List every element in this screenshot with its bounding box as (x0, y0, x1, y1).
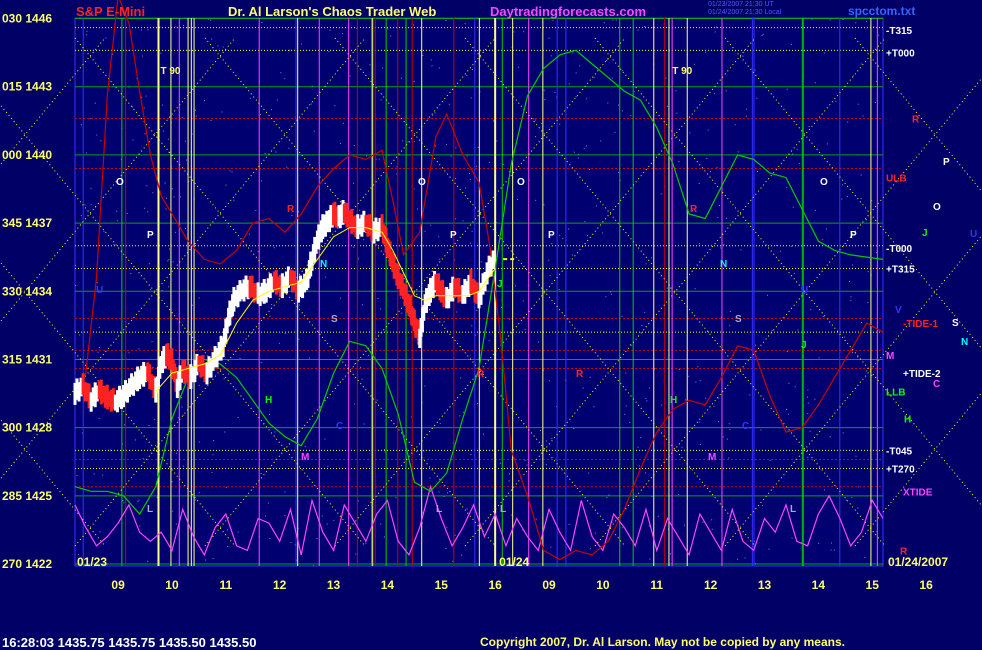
end-date-label: 01/24/2007 (888, 555, 948, 569)
chart-annotation-l: L (436, 504, 442, 515)
chart-annotation-c: C (336, 421, 343, 432)
chart-annotation-n: N (720, 259, 727, 270)
chart: 030 1446 015 1443 000 1440 345 1437 330 1434… (0, 0, 982, 592)
x-tick-label: 14 (381, 578, 395, 592)
chart-annotation-m: M (301, 452, 309, 463)
chart-annotation-l: L (500, 504, 506, 515)
chart-annotation-u: U (96, 285, 103, 296)
planet-label: P (943, 157, 950, 168)
y-tick-label: 345 1437 (2, 216, 52, 230)
x-tick-label: 11 (650, 578, 663, 592)
chart-annotation-l: L (790, 504, 796, 515)
x-tick-label: 15 (866, 578, 880, 592)
y-tick-label: 330 1434 (2, 284, 52, 298)
chart-annotation-o: O (116, 177, 124, 188)
chart-annotation-r: R (690, 204, 698, 215)
x-tick-label: 16 (919, 578, 933, 592)
copyright-notice: Copyright 2007, Dr. Al Larson. May not b… (480, 635, 845, 649)
chart-annotation-u: U (801, 285, 808, 296)
x-tick-label: 13 (758, 578, 772, 592)
chart-annotation-j: J (801, 340, 807, 351)
status-line: 16:28:03 1435.75 1435.75 1435.50 1435.50 (2, 635, 257, 650)
t90-label: T 90 (672, 66, 692, 77)
x-tick-label: 13 (327, 578, 341, 592)
chart-annotation-p: P (850, 230, 857, 241)
chart-annotation-h: H (670, 395, 677, 406)
y-tick-label: 015 1443 (2, 80, 52, 94)
session-date-label: 01/24 (499, 555, 529, 569)
planet-label: J (922, 228, 928, 239)
site-link[interactable]: Daytradingforecasts.com (490, 4, 646, 19)
timestamp-local: 01/24/2007 21:30 Local (708, 9, 782, 16)
planet-label: C (933, 379, 940, 390)
right-label: M (886, 351, 894, 362)
chart-annotation-c: C (742, 421, 749, 432)
planet-label: S (952, 318, 959, 329)
chart-annotation-p: P (450, 230, 457, 241)
timestamp-ut: 01/23/2007 21:30 UT (708, 1, 774, 8)
x-tick-label: 12 (273, 578, 287, 592)
right-label: ULB (886, 174, 907, 185)
chart-annotation-r: R (576, 369, 584, 380)
right-label: H (904, 415, 911, 426)
x-tick-label: 16 (488, 578, 502, 592)
y-tick-label: 315 1431 (2, 352, 52, 366)
chart-annotation-o: O (517, 177, 525, 188)
right-label: -TIDE-1 (903, 319, 938, 330)
x-tick-label: 10 (596, 578, 610, 592)
x-tick-label: 09 (111, 578, 125, 592)
chart-annotation-r: R (287, 204, 295, 215)
x-tick-label: 10 (165, 578, 179, 592)
x-tick-label: 15 (435, 578, 449, 592)
file-name: spcctom.txt (848, 4, 916, 18)
x-tick-label: 12 (704, 578, 718, 592)
price-bar (491, 250, 495, 270)
right-label: R (900, 546, 908, 557)
y-tick-label: 285 1425 (2, 489, 52, 503)
right-label: +T000 (886, 49, 915, 60)
chart-title: S&P E-Mini (76, 4, 146, 19)
right-label: -T000 (886, 244, 913, 255)
chart-annotation-o: O (418, 177, 426, 188)
right-label: -T045 (886, 446, 913, 457)
right-label: R (912, 115, 920, 126)
planet-label: O (933, 202, 941, 213)
chart-annotation-n: N (320, 259, 327, 270)
chart-annotation-s: S (735, 314, 742, 325)
session-date-label: 01/23 (77, 555, 107, 569)
chart-annotation-m: M (708, 452, 716, 463)
right-label: -T315 (886, 26, 913, 37)
chart-annotation-p: P (147, 230, 154, 241)
chart-annotation-j: J (497, 279, 503, 290)
t90-label: T 90 (160, 66, 180, 77)
x-tick-label: 11 (219, 578, 232, 592)
y-tick-label: 270 1422 (2, 557, 52, 571)
y-tick-label: 030 1446 (2, 12, 52, 26)
chart-annotation-o: O (820, 177, 828, 188)
right-label: +T270 (886, 465, 915, 476)
planet-label: V (895, 305, 902, 316)
y-tick-label: 300 1428 (2, 421, 52, 435)
page-title: Dr. Al Larson's Chaos Trader Web (228, 4, 437, 19)
planet-label: U (970, 229, 977, 240)
planet-label: N (961, 337, 968, 348)
y-tick-label: 000 1440 (2, 148, 52, 162)
x-tick-label: 14 (812, 578, 826, 592)
right-label: +T315 (886, 265, 915, 276)
right-label: LLB (886, 387, 905, 398)
chart-annotation-p: P (548, 230, 555, 241)
x-tick-label: 09 (542, 578, 556, 592)
chart-annotation-s: S (331, 314, 338, 325)
chart-annotation-l: L (147, 504, 153, 515)
chart-annotation-h: H (265, 395, 272, 406)
right-label: XTIDE (903, 487, 933, 498)
chart-annotation-r: R (477, 369, 485, 380)
